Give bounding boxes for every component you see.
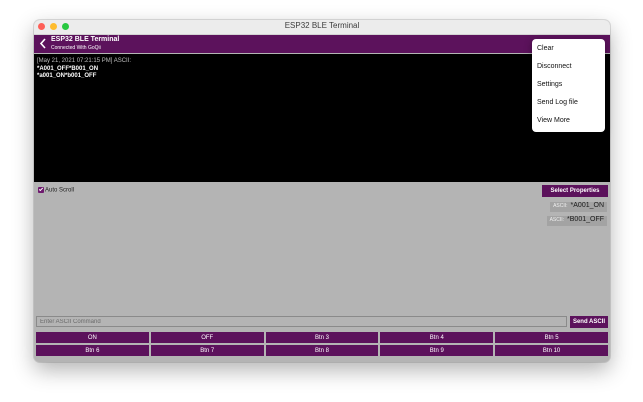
custom-button-3[interactable]: Btn 3: [265, 332, 379, 343]
custom-button-9[interactable]: Btn 9: [380, 345, 494, 356]
select-properties-button[interactable]: Select Properties: [542, 185, 608, 197]
menu-item-settings[interactable]: Settings: [537, 81, 562, 88]
command-value: *B001_OFF: [567, 216, 604, 223]
command-value: *A001_ON: [570, 202, 604, 209]
send-ascii-button[interactable]: Send ASCII: [570, 316, 608, 328]
ascii-command-input[interactable]: [36, 316, 567, 327]
menu-item-disconnect[interactable]: Disconnect: [537, 63, 572, 70]
app-title: ESP32 BLE Terminal: [51, 36, 120, 43]
custom-button-1[interactable]: ON: [36, 332, 149, 343]
custom-button-6[interactable]: Btn 6: [36, 345, 149, 356]
custom-button-2[interactable]: OFF: [150, 332, 264, 343]
saved-command[interactable]: ASCII: *A001_ON: [550, 202, 607, 212]
custom-button-5[interactable]: Btn 5: [495, 332, 608, 343]
window-titlebar: ESP32 BLE Terminal: [34, 20, 610, 35]
back-arrow-icon[interactable]: [38, 37, 48, 50]
command-type-tag: ASCII:: [549, 217, 565, 223]
auto-scroll-checkbox[interactable]: [38, 187, 44, 193]
log-line: *a001_ON*b001_OFF: [37, 73, 97, 79]
app-window: ESP32 BLE Terminal ESP32 BLE Terminal Co…: [34, 20, 610, 362]
menu-item-clear[interactable]: Clear: [537, 45, 554, 52]
custom-button-7[interactable]: Btn 7: [150, 345, 264, 356]
app-bar: ESP32 BLE Terminal Connected With GoQii: [34, 35, 610, 53]
auto-scroll-toggle[interactable]: Auto Scroll: [38, 187, 74, 194]
log-timestamp: [May 21, 2021 07:21:15 PM] ASCII:: [37, 58, 132, 64]
command-type-tag: ASCII:: [553, 203, 568, 209]
custom-button-10[interactable]: Btn 10: [495, 345, 608, 356]
button-grid: ON OFF Btn 3 Btn 4 Btn 5 Btn 6 Btn 7 Btn…: [36, 332, 608, 356]
log-line: *A001_OFF*B001_ON: [37, 66, 99, 72]
window-title: ESP32 BLE Terminal: [284, 21, 360, 30]
saved-command[interactable]: ASCII: *B001_OFF: [546, 216, 607, 226]
custom-button-8[interactable]: Btn 8: [265, 345, 379, 356]
custom-button-4[interactable]: Btn 4: [380, 332, 494, 343]
terminal-log[interactable]: [May 21, 2021 07:21:15 PM] ASCII: *A001_…: [34, 54, 610, 182]
auto-scroll-label: Auto Scroll: [45, 187, 75, 194]
menu-item-send-log-file[interactable]: Send Log file: [537, 99, 578, 106]
connection-status: Connected With GoQii: [51, 45, 101, 51]
overflow-menu: Clear Disconnect Settings Send Log file …: [532, 39, 605, 132]
menu-item-view-more[interactable]: View More: [537, 117, 570, 124]
